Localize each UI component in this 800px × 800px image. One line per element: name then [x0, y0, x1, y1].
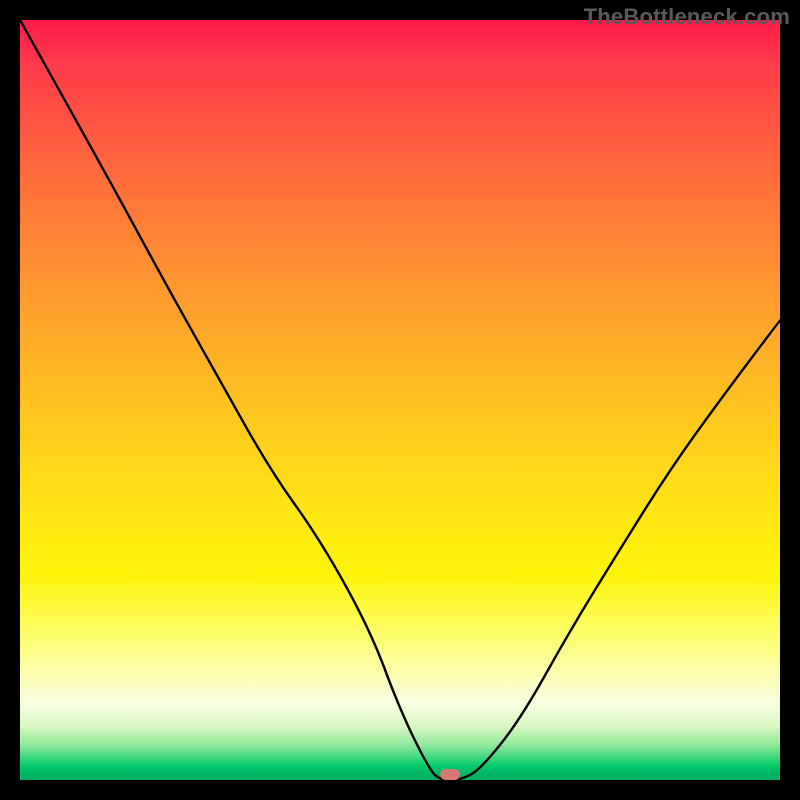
minimum-marker [440, 769, 460, 780]
bottleneck-curve-path [20, 20, 780, 780]
chart-frame: TheBottleneck.com [0, 0, 800, 800]
curve-layer [20, 20, 780, 780]
watermark-text: TheBottleneck.com [584, 4, 790, 30]
plot-area [20, 20, 780, 780]
